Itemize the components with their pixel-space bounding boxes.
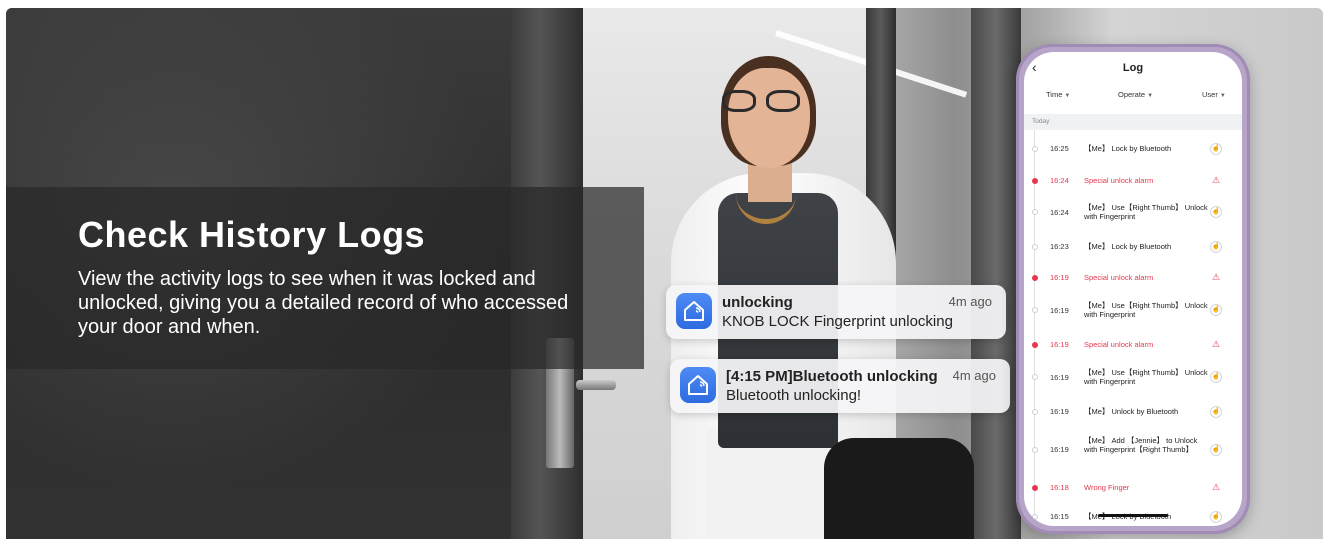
timeline-line xyxy=(1034,130,1035,526)
phone-screen: ‹ Log Time ▼ Operate ▼ User ▼ Today 16:25 【M… xyxy=(1024,52,1242,526)
lock-action-icon: ☝ xyxy=(1210,443,1222,456)
timeline-dot-icon xyxy=(1031,307,1038,313)
smart-home-app-icon xyxy=(676,293,712,329)
log-time: 16:15 xyxy=(1050,512,1069,521)
log-text: Special unlock alarm xyxy=(1084,273,1154,282)
filter-bar: Time ▼ Operate ▼ User ▼ xyxy=(1024,90,1242,104)
alarm-dot-icon xyxy=(1031,274,1038,281)
warning-icon: ⚠ xyxy=(1211,174,1221,185)
caret-down-icon: ▼ xyxy=(1219,93,1226,99)
warning-icon: ⚠ xyxy=(1211,481,1221,492)
handbag xyxy=(824,438,974,539)
section-header: Today xyxy=(1024,114,1242,130)
warning-icon: ⚠ xyxy=(1211,338,1221,349)
log-time: 16:19 xyxy=(1050,372,1069,382)
notification-card[interactable]: unlocking KNOB LOCK Fingerprint unlockin… xyxy=(666,285,1006,339)
smart-home-app-icon xyxy=(680,367,716,403)
notification-time: 4m ago xyxy=(948,294,992,309)
log-time: 16:24 xyxy=(1050,176,1069,185)
notification-title: unlocking xyxy=(722,294,793,311)
timeline-dot-icon xyxy=(1031,145,1038,152)
caret-down-icon: ▼ xyxy=(1064,93,1071,99)
person-face xyxy=(728,68,810,168)
log-time: 16:19 xyxy=(1050,445,1069,454)
log-time: 16:19 xyxy=(1050,273,1069,282)
alarm-dot-icon xyxy=(1031,341,1038,348)
notification-body: KNOB LOCK Fingerprint unlocking xyxy=(722,313,953,330)
page-title: Check History Logs xyxy=(78,214,426,255)
log-text: Wrong Finger xyxy=(1084,483,1130,492)
timeline-dot-icon xyxy=(1031,374,1038,380)
lock-action-icon: ☝ xyxy=(1210,405,1222,418)
timeline-dot-icon xyxy=(1031,209,1038,215)
filter-label: User xyxy=(1202,90,1218,99)
log-text: 【Me】 Lock by Bluetooth xyxy=(1084,242,1172,251)
timeline-dot-icon xyxy=(1031,243,1038,250)
lock-action-icon: ☝ xyxy=(1210,510,1222,523)
notification-title: [4:15 PM]Bluetooth unlocking xyxy=(726,368,938,385)
caret-down-icon: ▼ xyxy=(1147,93,1154,99)
door-handle xyxy=(576,380,616,390)
filter-label: Operate xyxy=(1118,90,1146,99)
log-text: 【Me】 Use【Right Thumb】 Unlock with Finger… xyxy=(1084,203,1208,221)
log-time: 16:19 xyxy=(1050,340,1069,349)
log-time: 16:19 xyxy=(1050,407,1069,416)
warning-icon: ⚠ xyxy=(1211,271,1221,282)
notification-time: 4m ago xyxy=(952,368,996,383)
lock-action-icon: ☝ xyxy=(1210,240,1222,253)
notification-card[interactable]: [4:15 PM]Bluetooth unlocking Bluetooth u… xyxy=(670,359,1010,413)
log-text: 【Me】 Unlock by Bluetooth xyxy=(1084,407,1179,416)
door-frame xyxy=(971,8,1021,539)
section-label: Today xyxy=(1032,118,1050,125)
log-text: 【Me】 Use【Right Thumb】 Unlock with Finger… xyxy=(1084,368,1208,386)
alarm-dot-icon xyxy=(1031,177,1038,184)
notification-body: Bluetooth unlocking! xyxy=(726,387,862,404)
filter-label: Time xyxy=(1046,90,1063,99)
log-text: 【Me】 Lock by Bluetooth xyxy=(1084,144,1172,153)
log-time: 16:19 xyxy=(1050,305,1069,315)
timeline-dot-icon xyxy=(1031,408,1038,415)
log-text: Special unlock alarm xyxy=(1084,340,1154,349)
timeline-dot-icon xyxy=(1031,446,1038,453)
screen-title: Log xyxy=(1122,62,1144,74)
log-text: Special unlock alarm xyxy=(1084,176,1154,185)
timeline-dot-icon xyxy=(1031,513,1038,520)
description-text: View the activity logs to see when it wa… xyxy=(78,268,569,338)
filter-user[interactable]: User ▼ xyxy=(1202,90,1226,99)
home-indicator xyxy=(1098,514,1168,517)
log-time: 16:25 xyxy=(1050,144,1069,153)
log-text: 【Me】 Use【Right Thumb】 Unlock with Finger… xyxy=(1084,301,1208,319)
lock-action-icon: ☝ xyxy=(1210,206,1222,218)
lock-action-icon: ☝ xyxy=(1210,142,1222,155)
lock-action-icon: ☝ xyxy=(1210,304,1222,316)
log-time: 16:23 xyxy=(1050,242,1069,251)
log-time: 16:18 xyxy=(1050,483,1069,492)
glasses-icon xyxy=(722,90,804,112)
lock-action-icon: ☝ xyxy=(1210,371,1222,383)
filter-operate[interactable]: Operate ▼ xyxy=(1118,90,1153,99)
filter-time[interactable]: Time ▼ xyxy=(1046,90,1070,99)
log-time: 16:24 xyxy=(1050,207,1069,217)
log-text: 【Me】 Add 【Jennie】 to Unlock with Fingerp… xyxy=(1084,436,1198,454)
alarm-dot-icon xyxy=(1031,484,1038,491)
